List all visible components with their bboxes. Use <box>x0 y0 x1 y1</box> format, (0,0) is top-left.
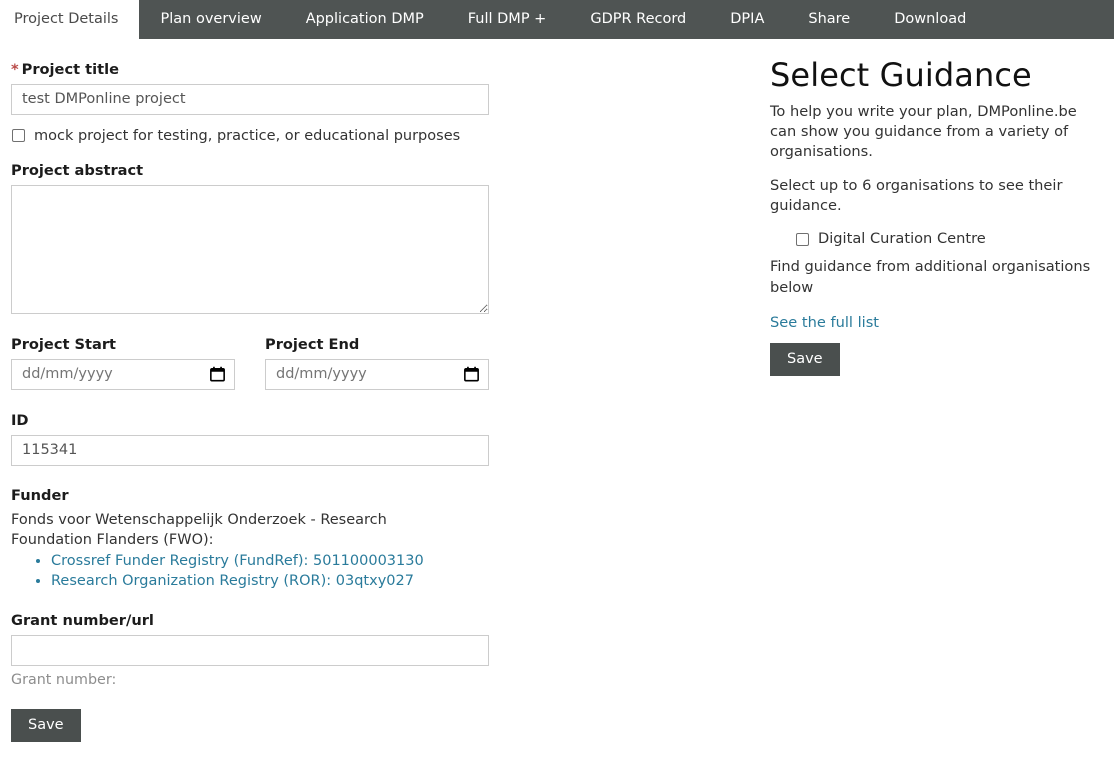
funder-name: Fonds voor Wetenschappelijk Onderzoek - … <box>11 511 387 548</box>
tab-label: Download <box>894 11 967 28</box>
list-item[interactable]: Research Organization Registry (ROR): 03… <box>51 571 489 592</box>
funder-label: Funder <box>11 486 69 504</box>
main-tab-bar: Project Details Plan overview Applicatio… <box>0 0 1114 39</box>
mock-project-label[interactable]: mock project for testing, practice, or e… <box>34 128 460 144</box>
tab-label: DPIA <box>730 11 765 28</box>
grant-number-hint: Grant number: <box>11 671 117 688</box>
guidance-intro-text: To help you write your plan, DMPonline.b… <box>770 102 1077 161</box>
project-title-label: * Project title <box>11 61 489 80</box>
see-full-list-link[interactable]: See the full list <box>770 314 879 331</box>
select-guidance-panel: Select Guidance To help you write your p… <box>770 39 1100 377</box>
page-content: *Project title mock project for testing,… <box>0 39 1114 757</box>
tab-label: Application DMP <box>305 11 424 28</box>
tab-share[interactable]: Share <box>786 0 872 39</box>
guidance-instruction-text: Select up to 6 organisations to see thei… <box>770 177 1063 215</box>
digital-curation-centre-label[interactable]: Digital Curation Centre <box>818 230 986 247</box>
project-id-field: ID <box>11 412 489 466</box>
tab-plan-overview[interactable]: Plan overview <box>139 0 284 39</box>
project-start-field: Project Start <box>11 336 265 390</box>
digital-curation-centre-checkbox[interactable] <box>796 233 809 247</box>
tab-application-dmp[interactable]: Application DMP <box>284 0 446 39</box>
guidance-organisation-list: Digital Curation Centre <box>770 230 1100 247</box>
tab-label: GDPR Record <box>590 11 687 28</box>
tab-label: Full DMP + <box>467 11 547 28</box>
funder-section: Funder Fonds voor Wetenschappelijk Onder… <box>11 487 489 592</box>
guidance-additional-text: Find guidance from additional organisati… <box>770 258 1091 296</box>
funder-registry-link[interactable]: Crossref Funder Registry (FundRef): 5011… <box>51 553 424 569</box>
project-id-label: ID <box>11 411 29 429</box>
project-end-label: Project End <box>265 335 360 353</box>
grant-number-field: Grant number/url Grant number: <box>11 612 489 688</box>
grant-number-input[interactable] <box>11 634 489 666</box>
project-start-input[interactable] <box>11 358 235 390</box>
project-abstract-label: Project abstract <box>11 161 144 179</box>
tab-full-dmp[interactable]: Full DMP + <box>446 0 569 39</box>
tab-download[interactable]: Download <box>872 0 988 39</box>
project-start-label: Project Start <box>11 335 117 353</box>
tab-label: Project Details <box>14 11 119 28</box>
project-end-field: Project End <box>265 336 489 390</box>
project-dates-row: Project Start Project End <box>11 336 489 390</box>
project-abstract-textarea[interactable] <box>11 184 489 314</box>
tab-label: Plan overview <box>160 11 262 28</box>
save-button[interactable]: Save <box>11 708 81 743</box>
project-end-input[interactable] <box>265 358 489 390</box>
tab-gdpr-record[interactable]: GDPR Record <box>568 0 708 39</box>
list-item[interactable]: Digital Curation Centre <box>796 230 1100 247</box>
funder-registry-list: Crossref Funder Registry (FundRef): 5011… <box>11 551 489 592</box>
project-details-form: *Project title mock project for testing,… <box>11 39 489 743</box>
project-title-input[interactable] <box>11 83 489 115</box>
label-text: Project title <box>21 61 120 78</box>
funder-registry-link[interactable]: Research Organization Registry (ROR): 03… <box>51 573 414 589</box>
tab-dpia[interactable]: DPIA <box>708 0 786 39</box>
page-title: Select Guidance <box>770 56 1032 94</box>
required-asterisk-icon: * <box>11 61 19 78</box>
guidance-save-button[interactable]: Save <box>770 342 840 377</box>
list-item[interactable]: Crossref Funder Registry (FundRef): 5011… <box>51 551 489 572</box>
grant-number-label: Grant number/url <box>11 612 154 629</box>
tab-project-details[interactable]: Project Details <box>0 0 139 39</box>
mock-project-row[interactable]: mock project for testing, practice, or e… <box>11 128 489 144</box>
project-id-input[interactable] <box>11 434 489 466</box>
tab-label: Share <box>808 11 851 28</box>
mock-project-checkbox[interactable] <box>12 129 25 143</box>
